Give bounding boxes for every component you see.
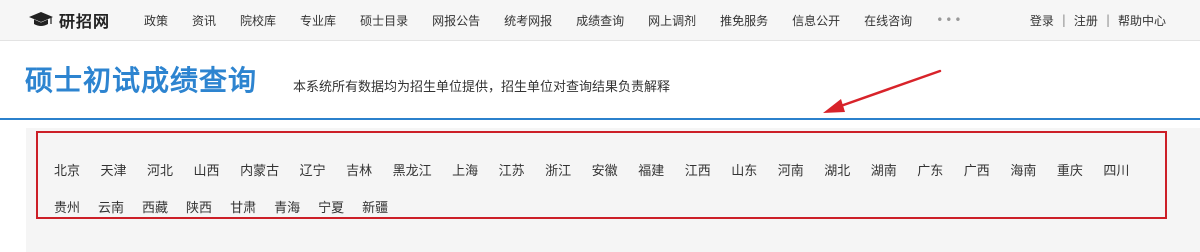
top-navigation-bar: 研招网 政策 资讯 院校库 专业库 硕士目录 网报公告 统考网报 成绩查询 网上… — [0, 0, 1200, 41]
nav-master-catalog[interactable]: 硕士目录 — [360, 12, 408, 29]
nav-registration-notice[interactable]: 网报公告 — [432, 12, 480, 29]
site-logo[interactable]: 研招网 — [28, 10, 111, 31]
nav-majors[interactable]: 专业库 — [300, 12, 336, 29]
page-header: 硕士初试成绩查询 本系统所有数据均为招生单位提供，招生单位对查询结果负责解释 — [0, 41, 1200, 120]
nav-exam-registration[interactable]: 统考网报 — [504, 12, 552, 29]
nav-score-query[interactable]: 成绩查询 — [576, 12, 624, 29]
page-description: 本系统所有数据均为招生单位提供，招生单位对查询结果负责解释 — [293, 80, 671, 95]
separator: | — [1061, 13, 1066, 27]
separator: | — [1105, 13, 1110, 27]
nav-info-disclosure[interactable]: 信息公开 — [792, 12, 840, 29]
main-nav: 政策 资讯 院校库 专业库 硕士目录 网报公告 统考网报 成绩查询 网上调剂 推… — [144, 0, 963, 40]
help-center-link[interactable]: 帮助中心 — [1118, 12, 1166, 29]
highlight-annotation-box — [36, 131, 1167, 219]
nav-news[interactable]: 资讯 — [192, 12, 216, 29]
nav-online-consult[interactable]: 在线咨询 — [864, 12, 912, 29]
nav-recommendation[interactable]: 推免服务 — [720, 12, 768, 29]
login-link[interactable]: 登录 — [1030, 12, 1054, 29]
page-title: 硕士初试成绩查询 — [25, 64, 258, 97]
graduation-cap-icon — [28, 11, 54, 29]
nav-policy[interactable]: 政策 — [144, 12, 168, 29]
more-menu-icon[interactable]: ••• — [936, 13, 963, 27]
nav-institutions[interactable]: 院校库 — [240, 12, 276, 29]
nav-adjustment[interactable]: 网上调剂 — [648, 12, 696, 29]
site-name: 研招网 — [59, 12, 111, 31]
register-link[interactable]: 注册 — [1074, 12, 1098, 29]
red-arrow-annotation-icon — [823, 69, 942, 113]
user-links: 登录 | 注册 | 帮助中心 — [1030, 0, 1166, 40]
